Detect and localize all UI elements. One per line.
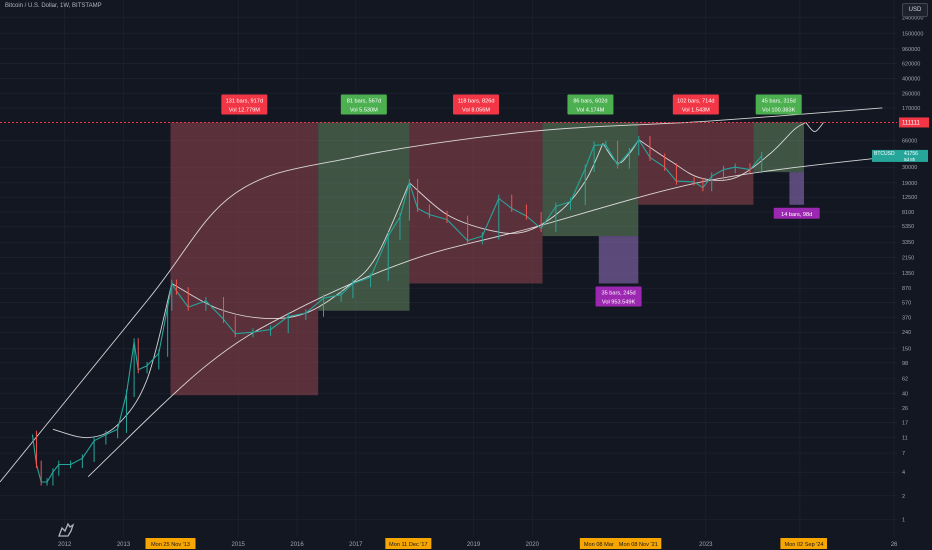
y-tick-label: 2 [902,494,905,500]
range-label-text: 131 bars, 917d [226,98,263,104]
range-label-text: Vol 100.383K [762,107,796,113]
y-tick-label: 98 [902,361,908,367]
range-label-text: Vol 8.056M [462,107,490,113]
range-box-purple [598,236,639,284]
y-tick-label: 19000 [902,181,917,187]
range-label-text: Vol 4.174M [576,107,604,113]
y-tick-label: 870 [902,286,911,292]
y-tick-label: 570 [902,301,911,307]
y-tick-label: 620000 [902,62,920,68]
x-axis: 201220132015201620172019202020232026Mon … [58,538,898,549]
date-marker-label: Mon 08 Nov '21 [619,542,658,548]
x-tick-label: 2013 [117,542,131,548]
badge-countdown: 5d 8h [904,157,916,162]
y-tick-label: 960000 [902,47,920,53]
y-tick-label: 8100 [902,210,914,216]
y-tick-label: 11 [902,436,908,442]
y-tick-label: 17 [902,421,908,427]
trend-curve [805,122,824,133]
range-label-text: Vol 953.549K [602,299,636,305]
range-label-text: Vol 12.779M [229,107,260,113]
currency-button[interactable]: USD [902,3,928,17]
y-tick-label: 400000 [902,77,920,83]
x-tick-label: 2016 [290,542,304,548]
x-tick-label: 2020 [526,542,540,548]
y-tick-label: 170000 [902,106,920,112]
x-tick-label: 2012 [58,542,72,548]
y-tick-label: 1 [902,518,905,524]
y-tick-label: 260000 [902,91,920,97]
range-label-text: Vol 5.530M [350,107,378,113]
y-tick-label: 12500 [902,195,917,201]
y-tick-label: 1500000 [902,32,923,38]
y-tick-label: 7 [902,451,905,457]
range-box-bear [170,122,319,396]
y-tick-label: 5350 [902,224,914,230]
y-tick-label: 1350 [902,271,914,277]
tradingview-logo-icon[interactable] [56,519,76,539]
range-box-bear [638,122,754,205]
range-box-bull [318,122,410,311]
range-box-purple [789,172,805,205]
range-label-text: 102 bars, 714d [677,98,714,104]
y-tick-label: 3350 [902,240,914,246]
x-tick-label: 2023 [699,542,713,548]
range-label-text: 45 bars, 315d [762,98,796,104]
date-marker-label: Mon 25 Nov '13 [151,542,190,548]
x-tick-label: 26 [891,542,898,548]
y-tick-label: 4 [902,470,905,476]
trend-curve [52,283,173,439]
range-label-text: 86 bars, 602d [573,98,607,104]
range-label-text: 35 bars, 245d [601,290,635,296]
date-marker-label: Mon 08 Mar [584,542,614,548]
badge-symbol: BTCUSD [874,151,895,157]
y-tick-label: 2150 [902,255,914,261]
range-label-text: 118 bars, 826d [458,98,495,104]
price-chart[interactable]: 111111BTCUSD 417565d 8h131 bars, 917dVol … [0,0,932,550]
resistance-badge-label: 111111 [902,120,920,126]
date-marker-label: Mon 02 Sep '24 [785,542,824,548]
x-tick-label: 2019 [467,542,481,548]
range-box-bear [409,122,543,284]
y-tick-label: 26 [902,406,908,412]
y-tick-label: 40 [902,391,908,397]
symbol-header: Bitcoin / U.S. Dollar, 1W, BITSTAMP [5,3,102,9]
y-tick-label: 370 [902,315,911,321]
x-tick-label: 2015 [232,542,246,548]
range-box-bull [542,122,639,237]
range-label-text: 81 bars, 567d [347,98,381,104]
y-tick-label: 62 [902,376,908,382]
range-label-text: Vol 1.543M [682,107,710,113]
y-axis: 1 2 4 7 11 17 26 40 62 98 150 240 370 570 870 1350 2150 3… [902,15,923,523]
x-tick-label: 2017 [349,542,363,548]
y-tick-label: 66000 [902,138,917,144]
y-tick-label: 150 [902,346,911,352]
y-tick-label: 240 [902,330,911,336]
y-tick-label: 30000 [902,165,917,171]
range-boxes [170,122,805,396]
range-label-text: 14 bars, 98d [781,212,812,218]
range-box-bull [753,122,805,173]
date-marker-label: Mon 11 Dec '17 [389,542,428,548]
